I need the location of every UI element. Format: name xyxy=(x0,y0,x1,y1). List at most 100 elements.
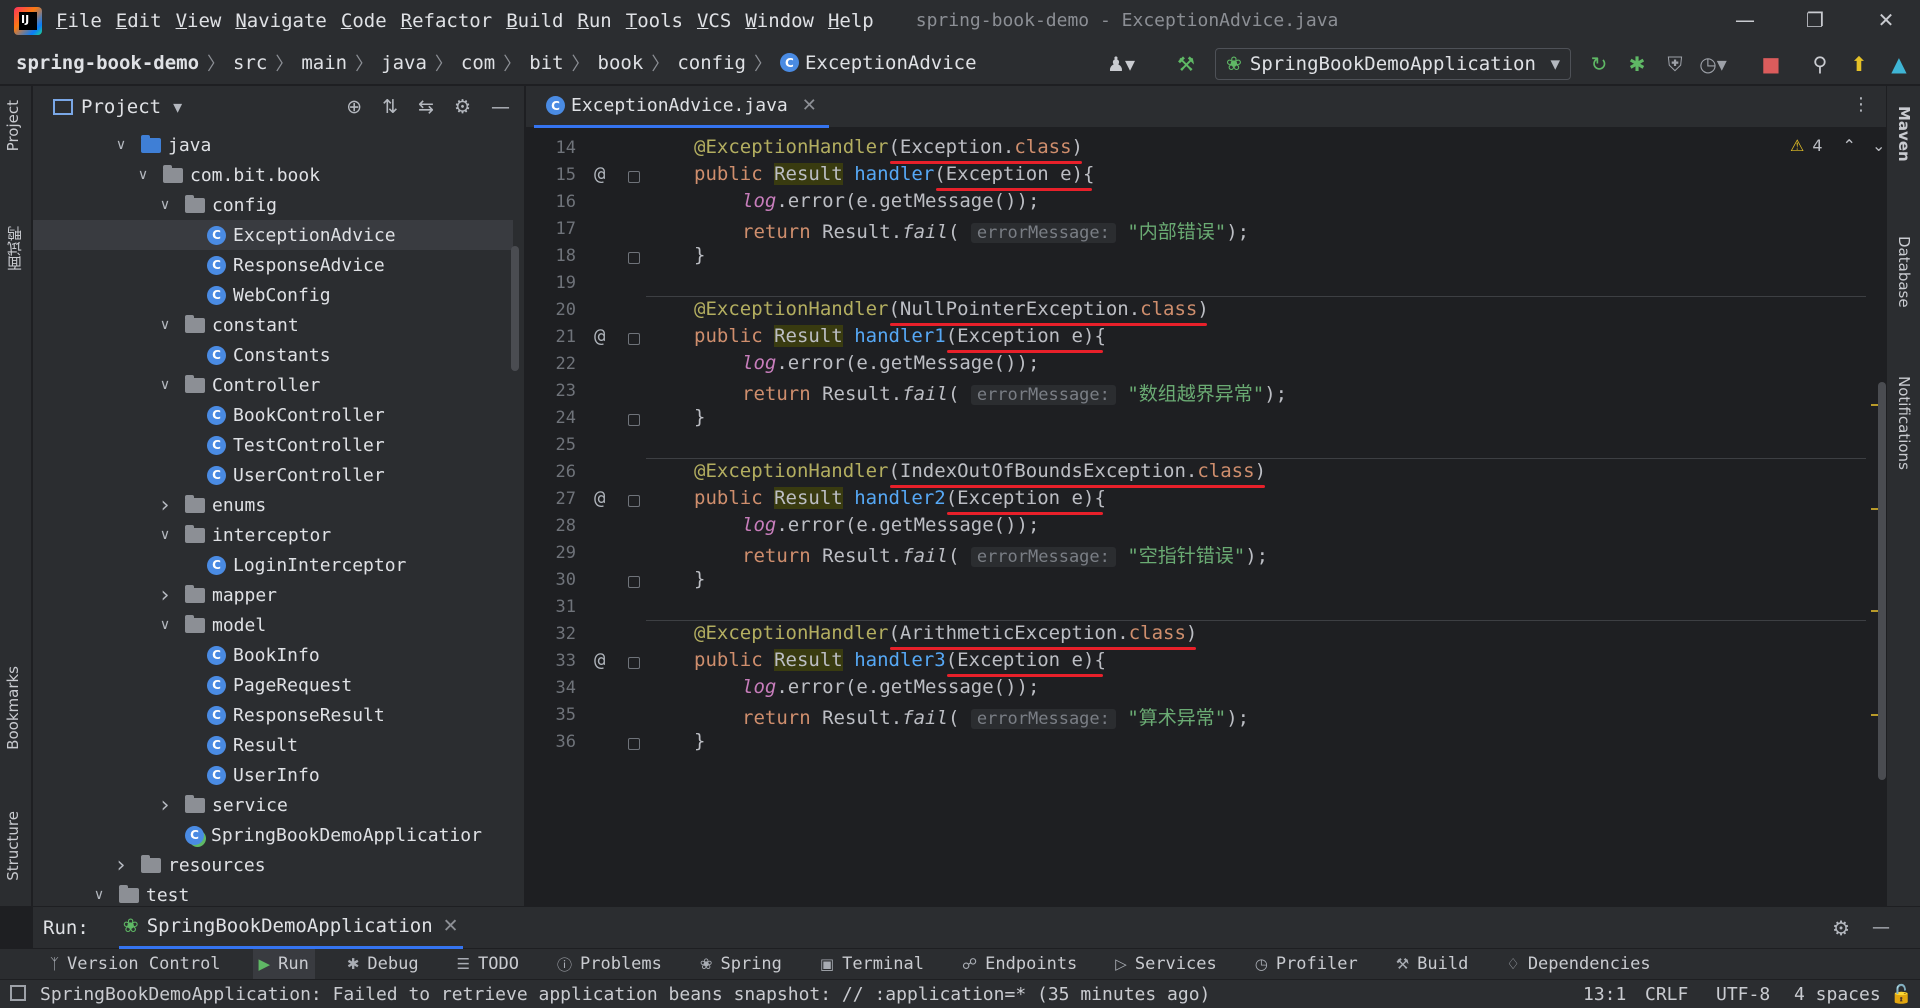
menu-refactor[interactable]: Refactor xyxy=(401,10,493,32)
code-line-annotation[interactable]: @ExceptionHandler(ArithmeticException.cl… xyxy=(694,622,1197,644)
tree-item[interactable]: C Constants xyxy=(33,340,513,370)
tree-item[interactable]: ∨ model xyxy=(33,610,513,640)
chevron-down-icon[interactable]: ∨ xyxy=(157,617,173,633)
code-line-log[interactable]: log.error(e.getMessage()); xyxy=(742,514,1039,536)
close-tab-icon[interactable]: ✕ xyxy=(802,95,817,116)
override-marker-icon[interactable]: @ xyxy=(594,649,605,671)
code-line-close[interactable]: } xyxy=(694,406,705,428)
code-line-annotation[interactable]: @ExceptionHandler(NullPointerException.c… xyxy=(694,298,1209,320)
tab-exceptionadvice[interactable]: C ExceptionAdvice.java ✕ xyxy=(534,86,829,128)
menu-tools[interactable]: Tools xyxy=(626,10,683,32)
code-line-signature[interactable]: public Result handler3(Exception e){ xyxy=(694,649,1106,671)
chevron-down-icon[interactable]: ∨ xyxy=(157,527,173,543)
layout-icon[interactable] xyxy=(10,985,26,1001)
chevron-down-icon[interactable]: ⌄ xyxy=(1872,136,1885,155)
chevron-right-icon[interactable]: › xyxy=(157,793,173,818)
expand-all-icon[interactable]: ⇅ xyxy=(382,96,398,118)
chevron-right-icon[interactable]: › xyxy=(157,583,173,608)
debug-bug-icon[interactable]: ✱ xyxy=(1624,51,1650,77)
tool-problems[interactable]: ⓘ Problems xyxy=(551,949,668,979)
code-line-annotation[interactable]: @ExceptionHandler(IndexOutOfBoundsExcept… xyxy=(694,460,1266,482)
breadcrumb-book[interactable]: book xyxy=(598,52,644,74)
tree-item[interactable]: C ExceptionAdvice xyxy=(33,220,513,250)
update-icon[interactable]: ⬆ xyxy=(1846,51,1872,77)
fold-marker-icon[interactable] xyxy=(628,576,640,588)
tree-item[interactable]: C SpringBookDemoApplicatior xyxy=(33,820,513,850)
maven-tool-tab[interactable]: Maven xyxy=(1895,106,1913,162)
tree-item[interactable]: ∨ com.bit.book xyxy=(33,160,513,190)
fold-marker-icon[interactable] xyxy=(628,333,640,345)
tree-item[interactable]: C BookController xyxy=(33,400,513,430)
chevron-down-icon[interactable]: ∨ xyxy=(113,137,129,153)
tree-item[interactable]: › resources xyxy=(33,850,513,880)
tree-item[interactable]: ∨ Controller xyxy=(33,370,513,400)
code-line-log[interactable]: log.error(e.getMessage()); xyxy=(742,190,1039,212)
user-icon[interactable]: ♟▾ xyxy=(1107,51,1135,77)
inspection-widget[interactable]: ⚠ 4 ⌃ ⌄ xyxy=(1790,136,1885,155)
override-marker-icon[interactable]: @ xyxy=(594,163,605,185)
tree-item[interactable]: ∨ constant xyxy=(33,310,513,340)
build-hammer-icon[interactable]: ⚒ xyxy=(1173,51,1199,77)
code-line-close[interactable]: } xyxy=(694,730,705,752)
code-line-close[interactable]: } xyxy=(694,568,705,590)
code-line-signature[interactable]: public Result handler2(Exception e){ xyxy=(694,487,1106,509)
rerun-icon[interactable]: ↻ xyxy=(1586,51,1612,77)
tree-item[interactable]: C TestController xyxy=(33,430,513,460)
override-marker-icon[interactable]: @ xyxy=(594,325,605,347)
tool-services[interactable]: ▷ Services xyxy=(1109,949,1222,979)
tree-item[interactable]: ∨ config xyxy=(33,190,513,220)
menu-build[interactable]: Build xyxy=(506,10,563,32)
tree-item[interactable]: C BookInfo xyxy=(33,640,513,670)
fold-marker-icon[interactable] xyxy=(628,738,640,750)
coverage-icon[interactable]: ⛨ xyxy=(1662,51,1688,77)
override-marker-icon[interactable]: @ xyxy=(594,487,605,509)
chevron-down-icon[interactable]: ▾ xyxy=(173,97,182,118)
tree-item[interactable]: ∨ java xyxy=(33,130,513,160)
chevron-up-icon[interactable]: ⌃ xyxy=(1843,136,1856,155)
chevron-right-icon[interactable]: › xyxy=(113,853,129,878)
tree-item[interactable]: › enums xyxy=(33,490,513,520)
chevron-down-icon[interactable]: ∨ xyxy=(157,377,173,393)
tree-item[interactable]: C PageRequest xyxy=(33,670,513,700)
fold-marker-icon[interactable] xyxy=(628,252,640,264)
menu-edit[interactable]: Edit xyxy=(116,10,162,32)
chevron-right-icon[interactable]: › xyxy=(157,493,173,518)
breadcrumb-config[interactable]: config xyxy=(677,52,746,74)
collapse-all-icon[interactable]: ⇆ xyxy=(418,96,434,118)
menu-help[interactable]: Help xyxy=(828,10,874,32)
project-panel-title[interactable]: Project xyxy=(81,96,161,118)
code-editor[interactable]: 13 14 15 16 17 18 19 20 21 22 23 24 25 26 27 28 29 30 31 32… xyxy=(526,129,1886,905)
chevron-down-icon[interactable]: ∨ xyxy=(157,197,173,213)
menu-window[interactable]: Window xyxy=(745,10,814,32)
code-line-return[interactable]: return Result.fail( errorMessage: "数组越界异… xyxy=(742,379,1287,406)
restore-icon[interactable]: ❐ xyxy=(1795,8,1835,32)
close-window-icon[interactable]: ✕ xyxy=(1866,8,1906,32)
code-line-return[interactable]: return Result.fail( errorMessage: "算术异常"… xyxy=(742,703,1249,730)
tree-item[interactable]: C LoginInterceptor xyxy=(33,550,513,580)
tree-item[interactable]: › service xyxy=(33,790,513,820)
code-line-signature[interactable]: public Result handler(Exception e){ xyxy=(694,163,1094,185)
run-tab[interactable]: ❀ SpringBookDemoApplication ✕ xyxy=(118,907,463,949)
tree-item[interactable]: ∨ test xyxy=(33,880,513,906)
profile-icon[interactable]: ◷▾ xyxy=(1699,51,1727,77)
tree-item[interactable]: C UserInfo xyxy=(33,760,513,790)
locate-icon[interactable]: ⊕ xyxy=(346,96,362,118)
breadcrumb-bit[interactable]: bit xyxy=(529,52,563,74)
fold-marker-icon[interactable] xyxy=(628,414,640,426)
project-scrollbar[interactable] xyxy=(511,246,519,371)
breadcrumb-main[interactable]: main xyxy=(301,52,347,74)
chevron-down-icon[interactable]: ∨ xyxy=(135,167,151,183)
tree-item[interactable]: C WebConfig xyxy=(33,280,513,310)
breadcrumb-src[interactable]: src xyxy=(233,52,267,74)
status-message[interactable]: SpringBookDemoApplication: Failed to ret… xyxy=(40,984,1210,1005)
fold-marker-icon[interactable] xyxy=(628,657,640,669)
bookmarks-tool-tab[interactable]: Bookmarks xyxy=(4,666,22,750)
caret-position[interactable]: 13:1 xyxy=(1583,984,1626,1005)
tool-version-control[interactable]: ᛉ Version Control xyxy=(44,949,227,979)
code-line-return[interactable]: return Result.fail( errorMessage: "内部错误"… xyxy=(742,217,1249,244)
tool-endpoints[interactable]: ☍ Endpoints xyxy=(956,949,1083,979)
code-line-log[interactable]: log.error(e.getMessage()); xyxy=(742,676,1039,698)
tool-debug[interactable]: ✱ Debug xyxy=(341,949,425,979)
fold-marker-icon[interactable] xyxy=(628,495,640,507)
minimize-icon[interactable]: — xyxy=(1725,8,1765,32)
